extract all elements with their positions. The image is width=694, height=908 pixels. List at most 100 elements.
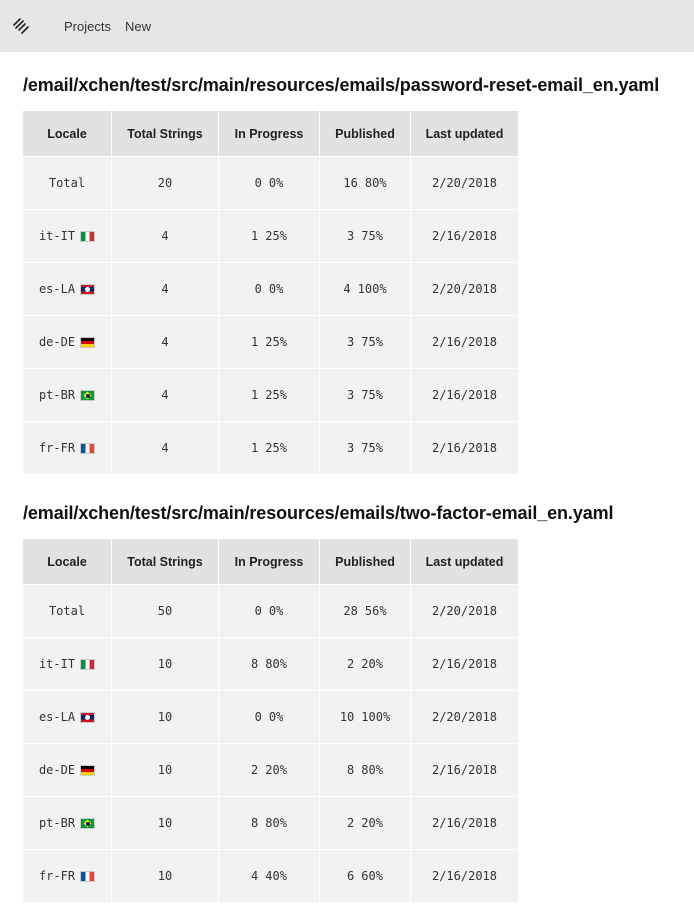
in-progress-count: 8 (251, 657, 259, 671)
in-progress-percent: 40% (265, 869, 287, 883)
last-updated-cell: 2/16/2018 (410, 849, 518, 902)
published-count: 4 (343, 282, 351, 296)
total-strings-cell: 50 (111, 584, 219, 638)
table-row: it-IT 10 8 80% 2 20% 2/16/2018 (23, 637, 518, 691)
flag-de-icon (80, 337, 96, 348)
table-row: Total 20 0 0% 16 80% 2/20/2018 (23, 156, 518, 210)
table-row: es-LA 4 0 0% 4 100% 2/20/2018 (23, 262, 518, 316)
published-count: 16 (343, 176, 358, 190)
in-progress-count: 1 (251, 388, 259, 402)
published-cell: 8 80% (319, 743, 411, 797)
published-count: 2 (347, 816, 355, 830)
in-progress-percent: 25% (265, 441, 287, 455)
published-count: 28 (343, 604, 358, 618)
last-updated-cell: 2/20/2018 (410, 156, 518, 210)
locale-code: fr-FR (38, 869, 76, 883)
column-header: Published (319, 539, 411, 585)
published-count: 3 (347, 441, 355, 455)
last-updated-cell: 2/20/2018 (410, 262, 518, 316)
in-progress-percent: 20% (265, 763, 287, 777)
in-progress-cell: 1 25% (218, 368, 320, 422)
table-row: de-DE 10 2 20% 8 80% 2/16/2018 (23, 743, 518, 797)
locale-code: pt-BR (38, 388, 76, 402)
flag-de-icon (80, 765, 96, 776)
last-updated-cell: 2/16/2018 (410, 743, 518, 797)
in-progress-cell: 8 80% (218, 796, 320, 850)
total-strings-cell: 4 (111, 421, 219, 474)
locale-code: it-IT (38, 657, 76, 671)
locale-status-table: Locale Total Strings In Progress Published L… (23, 539, 518, 902)
in-progress-cell: 0 0% (218, 262, 320, 316)
published-cell: 2 20% (319, 637, 411, 691)
locale-cell: it-IT (23, 209, 112, 263)
last-updated-cell: 2/20/2018 (410, 690, 518, 744)
table-row: pt-BR 4 1 25% 3 75% 2/16/2018 (23, 368, 518, 422)
in-progress-cell: 2 20% (218, 743, 320, 797)
in-progress-percent: 0% (268, 176, 284, 190)
total-strings-cell: 10 (111, 796, 219, 850)
published-count: 8 (347, 763, 355, 777)
total-strings-cell: 4 (111, 262, 219, 316)
locale-cell: fr-FR (23, 849, 112, 902)
column-header: Locale (23, 111, 112, 157)
last-updated-cell: 2/16/2018 (410, 368, 518, 422)
published-cell: 2 20% (319, 796, 411, 850)
in-progress-percent: 80% (265, 657, 287, 671)
in-progress-percent: 25% (265, 229, 287, 243)
column-header: Last updated (410, 111, 518, 157)
published-percent: 60% (361, 869, 383, 883)
in-progress-cell: 4 40% (218, 849, 320, 902)
locale-code: de-DE (38, 763, 76, 777)
nav-link-projects[interactable]: Projects (64, 19, 111, 34)
column-header: In Progress (218, 539, 320, 585)
column-header: Published (319, 111, 411, 157)
flag-la-icon (80, 712, 96, 723)
in-progress-percent: 25% (265, 388, 287, 402)
total-strings-cell: 4 (111, 368, 219, 422)
published-count: 6 (347, 869, 355, 883)
column-header: Locale (23, 539, 112, 585)
locale-code: de-DE (38, 335, 76, 349)
in-progress-cell: 1 25% (218, 209, 320, 263)
file-path-title: /email/xchen/test/src/main/resources/ema… (23, 75, 660, 95)
in-progress-cell: 0 0% (218, 584, 320, 638)
published-percent: 75% (361, 388, 383, 402)
locale-cell: it-IT (23, 637, 112, 691)
total-strings-cell: 10 (111, 849, 219, 902)
locale-cell: de-DE (23, 743, 112, 797)
in-progress-percent: 0% (268, 282, 284, 296)
table-row: es-LA 10 0 0% 10 100% 2/20/2018 (23, 690, 518, 744)
in-progress-count: 1 (251, 229, 259, 243)
published-cell: 28 56% (319, 584, 411, 638)
locale-cell: es-LA (23, 690, 112, 744)
in-progress-count: 4 (251, 869, 259, 883)
published-count: 3 (347, 335, 355, 349)
in-progress-cell: 8 80% (218, 637, 320, 691)
published-percent: 56% (364, 604, 387, 618)
published-cell: 3 75% (319, 421, 411, 474)
table-row: Total 50 0 0% 28 56% 2/20/2018 (23, 584, 518, 638)
published-percent: 75% (361, 229, 383, 243)
flag-br-icon (80, 818, 96, 829)
published-count: 10 (339, 710, 355, 724)
file-section: /email/xchen/test/src/main/resources/ema… (0, 474, 694, 902)
published-count: 3 (347, 229, 355, 243)
nav-link-new[interactable]: New (125, 19, 151, 34)
last-updated-cell: 2/16/2018 (410, 421, 518, 474)
column-header: Total Strings (111, 539, 219, 585)
published-percent: 75% (361, 441, 383, 455)
table-row: it-IT 4 1 25% 3 75% 2/16/2018 (23, 209, 518, 263)
total-strings-cell: 10 (111, 637, 219, 691)
locale-code: it-IT (38, 229, 76, 243)
total-strings-cell: 4 (111, 315, 219, 369)
in-progress-count: 1 (251, 335, 259, 349)
last-updated-cell: 2/16/2018 (410, 209, 518, 263)
locale-code: fr-FR (38, 441, 76, 455)
table-row: de-DE 4 1 25% 3 75% 2/16/2018 (23, 315, 518, 369)
total-strings-cell: 10 (111, 690, 219, 744)
total-strings-cell: 10 (111, 743, 219, 797)
squarespace-logo-icon[interactable] (12, 17, 30, 35)
published-percent: 80% (361, 763, 383, 777)
locale-code: pt-BR (38, 816, 76, 830)
column-header: Last updated (410, 539, 518, 585)
